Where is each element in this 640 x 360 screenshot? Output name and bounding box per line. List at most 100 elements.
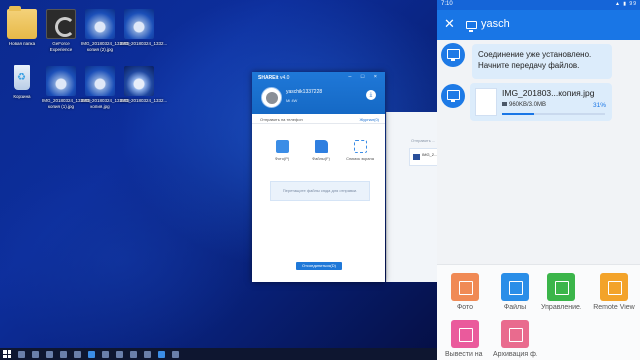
monitor-icon (441, 84, 465, 108)
image-icon (85, 66, 115, 96)
desktop-icon-folder[interactable]: Новая папка (3, 6, 41, 47)
shareit-window: SHAREit v4.0 – □ × yaschik1337228 Mi 4W … (252, 72, 385, 282)
taskbar-app-icon[interactable] (46, 350, 53, 358)
desktop-icon-image[interactable]: IMG_20180324_133208-копия.jpg (81, 66, 132, 109)
tray-photo[interactable]: Фото (445, 273, 485, 311)
taskbar-app-icon[interactable] (74, 350, 81, 358)
desktop-icon-image[interactable]: IMG_20180324_1332... (120, 9, 168, 47)
close-icon[interactable]: ✕ (444, 16, 455, 32)
action-files[interactable]: Файлы(F) (305, 140, 337, 161)
status-bar: 7:10 ▲ ▮ 99 (437, 0, 640, 10)
photo-icon (275, 140, 289, 153)
peek-file[interactable]: IMG_2... (409, 148, 438, 166)
desktop-icon-label: GeForce Experience (49, 41, 73, 52)
tray-print[interactable]: Вывести на ... (445, 320, 485, 358)
download-icon[interactable]: ⤓ (366, 90, 376, 100)
action-label: Снимок экрана (346, 156, 374, 161)
mouse-cursor (289, 205, 292, 211)
action-row: Фото(Р) Файлы(F) Снимок экрана (266, 140, 376, 161)
peer-name: yasch (481, 18, 510, 30)
tray-manage[interactable]: Управление... (541, 273, 581, 311)
recycle-bin-icon (7, 62, 37, 92)
action-label: Файлы(F) (312, 156, 330, 161)
image-icon (413, 154, 420, 160)
file-name: IMG_201803...копия.jpg (502, 88, 595, 98)
user-device: Mi 4W (286, 98, 298, 103)
start-button[interactable] (3, 350, 11, 358)
tray-label: Фото (456, 304, 474, 311)
tray-remote-view[interactable]: Remote View (590, 273, 638, 311)
taskbar-app-icon[interactable] (102, 350, 109, 358)
tray-label: Remote View (593, 304, 635, 311)
screenshot-icon (353, 140, 367, 153)
taskbar (0, 348, 437, 360)
action-photo[interactable]: Фото(Р) (266, 140, 298, 161)
file-thumbnail (475, 88, 497, 116)
image-icon (85, 9, 115, 39)
folder-icon (501, 273, 529, 301)
window-title: SHAREit v4.0 (258, 75, 290, 81)
folder-icon (7, 6, 37, 39)
print-icon (451, 320, 479, 348)
user-name: yaschik1337228 (286, 89, 323, 95)
peek-label: Отправить ... (411, 138, 436, 143)
action-screenshot[interactable]: Снимок экрана (344, 140, 376, 161)
desktop-icon-label: IMG_20180324_1332... (120, 41, 168, 46)
tray-label: Архивация ф... (493, 351, 537, 358)
background-window: Отправить ... IMG_2... (386, 112, 438, 282)
desktop-icon-gfe[interactable]: GeForce Experience (42, 9, 80, 52)
journal-link[interactable]: Журнал(0) (360, 117, 379, 122)
tray-archive[interactable]: Архивация ф... (493, 320, 537, 358)
desktop-icon-recycle-bin[interactable]: Корзина (3, 62, 41, 100)
status-icons: ▲ ▮ 99 (614, 1, 637, 7)
taskbar-app-icon[interactable] (158, 350, 165, 358)
folder-icon (314, 140, 328, 153)
window-controls[interactable]: – □ × (348, 74, 381, 80)
image-icon (124, 66, 154, 96)
desktop-icon-image[interactable]: IMG_20180324_1332... (120, 66, 168, 104)
action-tray: Фото Файлы Управление... Remote View Выв… (437, 264, 640, 360)
disconnect-button[interactable]: Отсоединиться(D) (296, 262, 342, 270)
drop-zone[interactable]: Перетащите файлы сюда для отправки. (270, 181, 370, 201)
transfer-file-tile[interactable]: IMG_201803...копия.jpg 960KB/3.0MB 31% (470, 83, 612, 121)
taskbar-app-icon[interactable] (172, 350, 179, 358)
desktop-icon-label: Корзина (13, 94, 31, 99)
geforce-icon (46, 9, 76, 39)
connection-message: Соединение уже установлено. Начните пере… (472, 44, 612, 79)
tray-label: Файлы (503, 304, 527, 311)
taskbar-app-icon[interactable] (144, 350, 151, 358)
photo-icon (451, 273, 479, 301)
desktop-icon-label: IMG_20180324_1332... (120, 98, 168, 103)
avatar[interactable] (261, 87, 282, 108)
status-time: 7:10 (441, 1, 453, 7)
tray-files[interactable]: Файлы (495, 273, 535, 311)
remote-view-icon (600, 273, 628, 301)
tray-label: Управление... (541, 304, 581, 311)
app-bar: ✕ yasch (437, 10, 640, 40)
image-icon (124, 9, 154, 39)
taskbar-app-icon[interactable] (130, 350, 137, 358)
desktop-icon-image[interactable]: IMG_20180324_133208-копия (1).jpg (42, 66, 92, 109)
search-icon[interactable] (18, 350, 25, 358)
taskbar-app-icon[interactable] (116, 350, 123, 358)
taskbar-app-icon[interactable] (60, 350, 67, 358)
progress-track (502, 113, 605, 115)
taskbar-app-icon[interactable] (88, 350, 95, 358)
desktop-icon-label: IMG_20180324_133208-копия (2).jpg (81, 41, 132, 52)
monitor-icon (441, 43, 465, 67)
image-icon (46, 66, 76, 96)
send-to-phone-label: Отправить на телефон (260, 117, 303, 122)
desktop-icon-image[interactable]: IMG_20180324_133208-копия (2).jpg (81, 9, 132, 52)
peek-file-name: IMG_2... (422, 152, 438, 157)
tray-label: Вывести на ... (445, 351, 485, 358)
action-label: Фото(Р) (274, 156, 290, 161)
monitor-icon (466, 21, 477, 32)
task-view-icon[interactable] (32, 350, 39, 358)
file-percent: 31% (592, 102, 606, 109)
desktop-icon-label: IMG_20180324_133208-копия.jpg (81, 98, 132, 109)
progress-fill (502, 113, 534, 115)
manage-icon (547, 273, 575, 301)
send-bar: Отправить на телефон Журнал(0) (252, 114, 385, 124)
desktop-icon-label: Новая папка (8, 41, 36, 46)
shareit-header: SHAREit v4.0 – □ × yaschik1337228 Mi 4W … (252, 72, 385, 114)
